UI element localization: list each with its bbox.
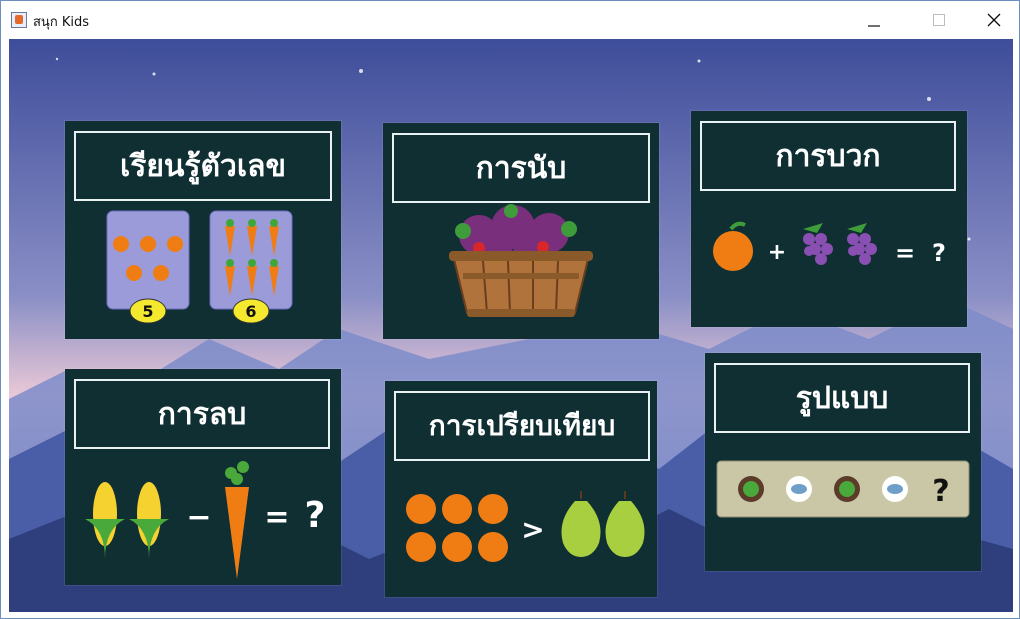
counting-card[interactable]: การนับ [383, 123, 659, 339]
equals-sign: = [895, 239, 915, 267]
comparison-card[interactable]: การเปรียบเทียบ > [385, 381, 657, 597]
minus-sign: − [186, 500, 211, 535]
badge-five: 5 [142, 302, 153, 321]
maximize-button[interactable] [916, 1, 962, 39]
minimize-button[interactable] [851, 1, 897, 39]
app-window: สนุก Kids เรียนรู้ตัวเลข 5 6 การนับ การบ… [0, 0, 1020, 619]
title-bar[interactable]: สนุก Kids [1, 1, 1019, 39]
close-button[interactable] [971, 1, 1017, 39]
learn-numbers-card[interactable]: เรียนรู้ตัวเลข 5 6 [65, 121, 341, 339]
cabbage-basket-icon [449, 204, 593, 317]
equals-sign: = [264, 500, 289, 535]
question-mark: ? [305, 495, 326, 536]
addition-card[interactable]: การบวก + = ? [691, 111, 967, 327]
patterns-card[interactable]: รูปแบบ ? [705, 353, 981, 571]
window-title: สนุก Kids [33, 15, 89, 30]
question-mark: ? [932, 474, 949, 509]
maximize-icon [933, 14, 945, 26]
subtraction-card[interactable]: การลบ − = ? [65, 369, 341, 585]
badge-six: 6 [245, 302, 256, 321]
java-app-icon [11, 12, 27, 28]
plus-sign: + [768, 240, 786, 265]
close-icon [987, 13, 1001, 27]
greater-than-sign: > [521, 513, 544, 546]
minimize-icon [868, 25, 880, 27]
question-mark: ? [932, 239, 946, 267]
number-cards-illustration: 5 6 [106, 210, 293, 324]
subtraction-equation: − = ? [85, 461, 326, 579]
addition-equation: + = ? [713, 221, 946, 271]
comparison-equation: > [406, 491, 645, 562]
pattern-sequence-illustration: ? [716, 460, 970, 518]
main-content: เรียนรู้ตัวเลข 5 6 การนับ การบวก + = ? ก… [9, 39, 1013, 612]
